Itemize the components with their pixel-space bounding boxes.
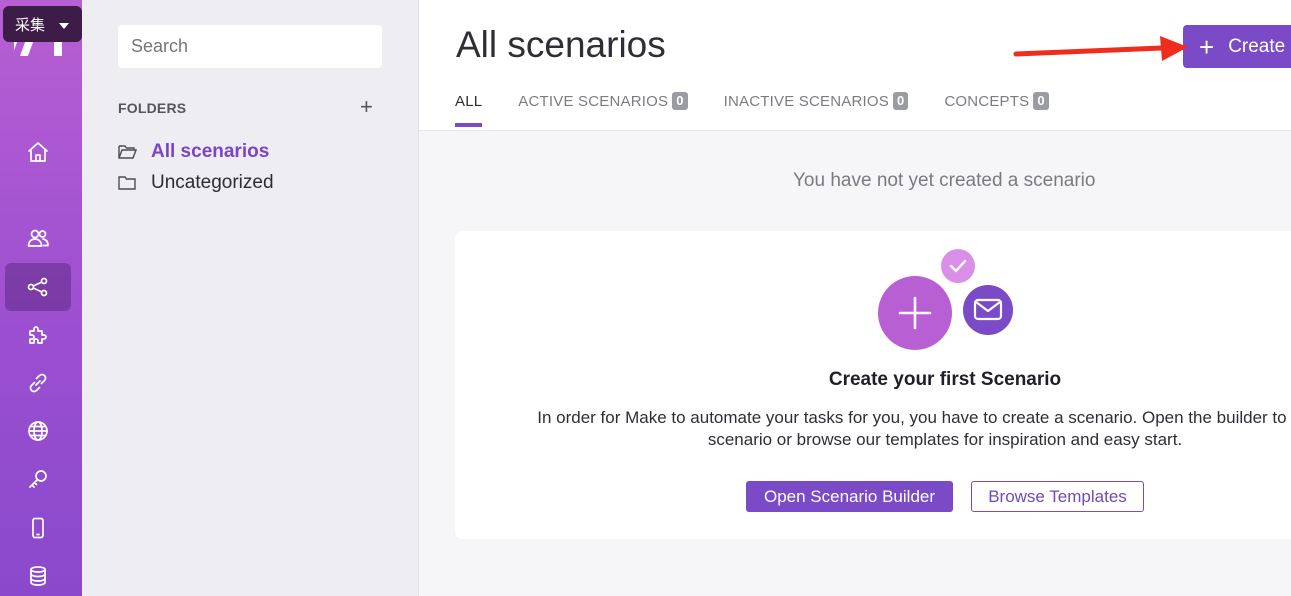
folder-item-label: Uncategorized xyxy=(151,172,274,193)
empty-state-message: You have not yet created a scenario xyxy=(793,170,1096,191)
team-icon xyxy=(27,229,49,247)
capture-overlay-label: 采集 xyxy=(15,16,46,34)
create-scenario-button[interactable]: + Create xyxy=(1183,25,1291,68)
check-circle-icon xyxy=(941,249,975,283)
tab-label: INACTIVE SCENARIOS xyxy=(723,92,889,110)
chevron-down-icon xyxy=(59,23,70,29)
folder-open-icon xyxy=(118,145,137,159)
mobile-device-icon xyxy=(32,517,44,539)
nav-rail: 采集 xyxy=(0,0,82,596)
search-input[interactable] xyxy=(118,25,382,68)
folder-item-uncategorized[interactable]: Uncategorized xyxy=(118,172,274,194)
folders-panel: FOLDERS + All scenarios Uncategorized xyxy=(82,0,419,596)
apps-icon xyxy=(29,326,47,344)
main-content: All scenarios + Create ALL ACTIVE SCENAR… xyxy=(419,0,1291,596)
nav-team[interactable] xyxy=(5,214,71,262)
first-scenario-card: Create your first Scenario In order for … xyxy=(455,231,1291,539)
nav-scenarios[interactable] xyxy=(5,263,71,311)
connections-icon xyxy=(29,373,47,393)
card-description-line: In order for Make to automate your tasks… xyxy=(537,408,1291,427)
tab-label: ALL xyxy=(455,92,483,110)
count-badge: 0 xyxy=(1033,92,1049,110)
key-icon xyxy=(29,470,47,488)
count-badge: 0 xyxy=(892,92,909,110)
database-icon xyxy=(30,566,46,586)
tab-concepts[interactable]: CONCEPTS 0 xyxy=(944,92,1049,127)
capture-overlay-tag[interactable]: 采集 xyxy=(3,6,82,42)
scenario-tabs: ALL ACTIVE SCENARIOS 0 INACTIVE SCENARIO… xyxy=(455,92,1049,127)
nav-apps[interactable] xyxy=(5,311,71,359)
card-description: In order for Make to automate your tasks… xyxy=(455,407,1291,451)
nav-connections[interactable] xyxy=(5,359,71,407)
tab-inactive-scenarios[interactable]: INACTIVE SCENARIOS 0 xyxy=(724,92,909,127)
create-button-label: Create xyxy=(1228,35,1286,57)
nav-home[interactable] xyxy=(5,128,71,176)
nav-webhooks[interactable] xyxy=(5,407,71,455)
nav-keys[interactable] xyxy=(5,455,71,503)
folder-item-label: All scenarios xyxy=(151,141,270,162)
annotation-arrow-icon xyxy=(1013,36,1188,61)
count-badge: 0 xyxy=(672,92,688,110)
tab-label: CONCEPTS xyxy=(944,92,1030,110)
tab-label: ACTIVE SCENARIOS xyxy=(518,92,669,110)
tab-all[interactable]: ALL xyxy=(455,92,483,127)
nav-devices[interactable] xyxy=(5,504,71,552)
scenario-illustration xyxy=(878,249,1013,350)
card-title: Create your first Scenario xyxy=(828,369,1062,390)
tab-active-scenarios[interactable]: ACTIVE SCENARIOS 0 xyxy=(518,92,688,127)
folder-icon xyxy=(118,176,136,190)
page-title: All scenarios xyxy=(456,24,666,65)
folder-item-all-scenarios[interactable]: All scenarios xyxy=(118,141,269,163)
folders-heading: FOLDERS xyxy=(118,100,187,116)
scenarios-icon xyxy=(27,277,48,297)
browse-templates-button[interactable]: Browse Templates xyxy=(971,481,1144,512)
globe-icon xyxy=(28,421,48,441)
card-description-line: scenario or browse our templates for ins… xyxy=(707,430,1183,449)
nav-data-stores[interactable] xyxy=(5,552,71,596)
plus-icon: + xyxy=(1199,31,1215,62)
add-folder-button[interactable]: + xyxy=(360,96,373,118)
open-scenario-builder-button[interactable]: Open Scenario Builder xyxy=(746,481,953,512)
home-icon xyxy=(28,142,48,162)
